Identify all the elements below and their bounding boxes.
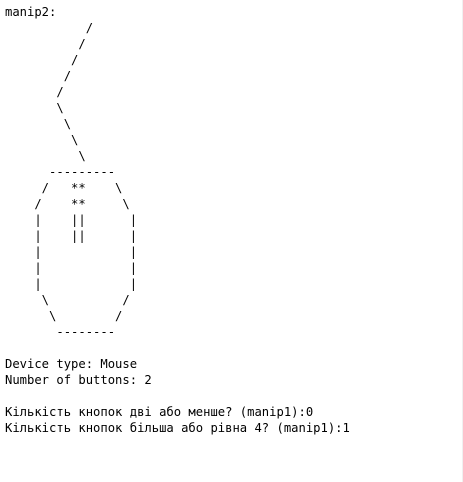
- ascii-mouse-line: | || |: [5, 229, 138, 243]
- ascii-cable-line: /: [5, 37, 86, 51]
- console-output: manip2: / / / / / \ \ \ \ --------- / **…: [0, 0, 463, 482]
- ascii-mouse-line: / ** \: [5, 181, 123, 195]
- ascii-mouse-line: | |: [5, 245, 138, 259]
- ascii-mouse-line: --------: [5, 325, 116, 339]
- query-two-or-less-line: Кількість кнопок дві або менше? (manip1)…: [5, 405, 314, 419]
- ascii-mouse-line: | |: [5, 261, 138, 275]
- console-header-line: manip2:: [5, 5, 57, 19]
- ascii-cable-line: \: [5, 101, 64, 115]
- ascii-cable-line: /: [5, 69, 72, 83]
- ascii-mouse-line: ---------: [5, 165, 116, 179]
- query-four-or-more-line: Кількість кнопок більша або рівна 4? (ma…: [5, 421, 350, 435]
- ascii-mouse-line: / ** \: [5, 197, 130, 211]
- ascii-cable-line: /: [5, 85, 64, 99]
- ascii-mouse-line: | || |: [5, 213, 138, 227]
- ascii-cable-line: \: [5, 133, 79, 147]
- ascii-mouse-line: \ /: [5, 293, 130, 307]
- device-type-line: Device type: Mouse: [5, 357, 138, 371]
- ascii-cable-line: /: [5, 21, 94, 35]
- ascii-mouse-line: \ /: [5, 309, 123, 323]
- ascii-cable-line: /: [5, 53, 79, 67]
- ascii-cable-line: \: [5, 117, 72, 131]
- ascii-mouse-line: | |: [5, 277, 138, 291]
- ascii-cable-line: \: [5, 149, 86, 163]
- button-count-line: Number of buttons: 2: [5, 373, 152, 387]
